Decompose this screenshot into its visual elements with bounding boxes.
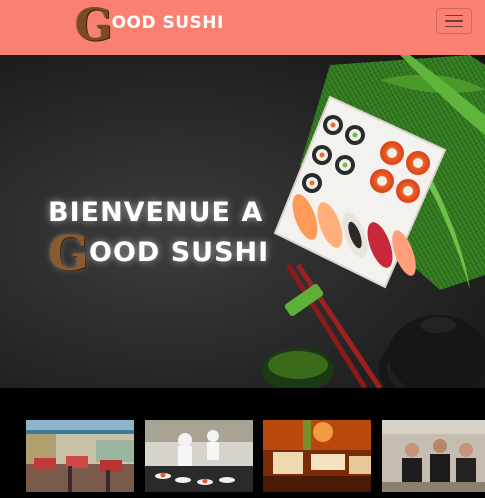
- hero-restaurant-name: G OOD SUSHI: [48, 230, 269, 278]
- sushi-conveyor-chefs-image: [145, 420, 253, 492]
- navbar-toggler-button[interactable]: [436, 8, 472, 34]
- navbar: G OOD SUSHI: [0, 0, 485, 55]
- orange-lounge-seating-image: [263, 420, 371, 492]
- brand-name: OOD SUSHI: [111, 13, 224, 33]
- gallery-thumbnail-conveyor[interactable]: [145, 420, 253, 492]
- photo-gallery: [0, 388, 485, 498]
- hero-name-rest: OOD SUSHI: [89, 236, 270, 268]
- brand-initial: G: [75, 0, 113, 51]
- hero-heading: BIENVENUE A G OOD SUSHI: [48, 197, 269, 278]
- gallery-thumbnail-lounge[interactable]: [263, 420, 371, 492]
- hero-name-initial: G: [48, 226, 89, 282]
- hamburger-menu-icon-bar-3: [445, 25, 463, 28]
- gallery-thumbnail-restaurant[interactable]: [26, 420, 134, 492]
- hamburger-menu-icon: [445, 14, 463, 17]
- chefs-team-image: [382, 420, 485, 492]
- hero-welcome-text: BIENVENUE A: [48, 197, 264, 228]
- hero-banner: BIENVENUE A G OOD SUSHI: [0, 55, 485, 388]
- gallery-thumbnail-chefs[interactable]: [382, 420, 485, 492]
- hamburger-menu-icon-bar-2: [445, 20, 463, 22]
- brand-logo-link[interactable]: G OOD SUSHI: [75, 2, 224, 50]
- restaurant-dining-room-image: [26, 420, 134, 492]
